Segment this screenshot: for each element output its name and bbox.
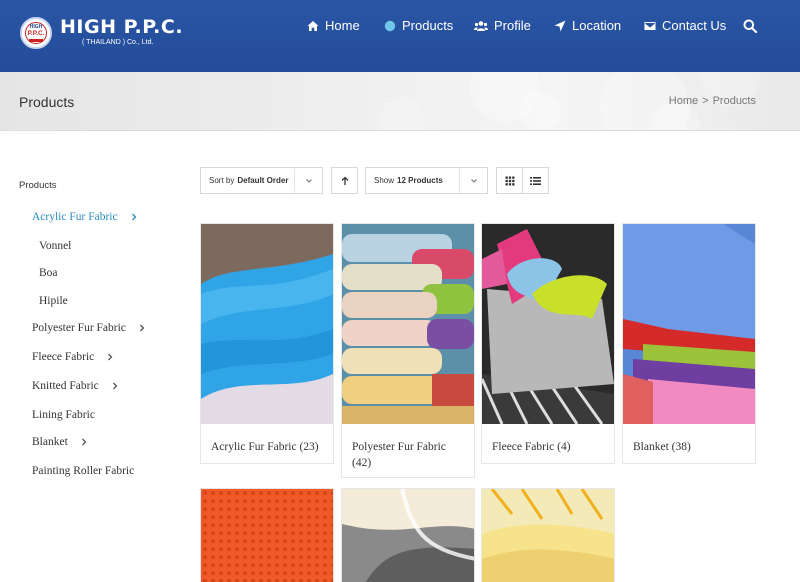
sidebar-item-label: Knitted Fabric [32,380,99,392]
breadcrumb-home[interactable]: Home [669,95,698,107]
nav-contact-label: Contact Us [662,18,727,33]
chevron-right-icon [81,438,87,446]
sidebar-item-painting-roller-fabric[interactable]: Painting Roller Fabric [32,465,134,477]
product-card-fleece-fabric[interactable]: Fleece Fabric (4) [481,223,615,464]
sidebar-item-knitted-fabric[interactable]: Knitted Fabric [32,380,119,392]
sidebar-item-lining-fabric[interactable]: Lining Fabric [32,409,95,421]
nav-home-label: Home [325,18,360,33]
sidebar-item-polyester-fur-fabric[interactable]: Polyester Fur Fabric [32,322,146,334]
product-image [342,224,474,424]
chevron-right-icon [131,213,137,221]
home-icon [307,20,319,31]
product-image [482,489,614,582]
nav-contact[interactable]: Contact Us [644,18,726,33]
location-arrow-icon [554,20,566,31]
show-prefix: Show [374,176,395,185]
site-header: HIGH P.P.C. HIGH P.P.C. ( THAILAND ) Co.… [0,0,800,72]
sidebar-item-fleece-fabric[interactable]: Fleece Fabric [32,351,114,363]
sidebar-item-label: Hipile [39,295,68,307]
nav-location-label: Location [572,18,622,33]
product-image [342,489,474,582]
list-view-button[interactable] [522,167,549,194]
product-card-knitted-fabric[interactable] [200,488,334,582]
product-card-polyester-fur-fabric[interactable]: Polyester Fur Fabric (42) [341,223,475,478]
product-caption[interactable]: Fleece Fabric (4) [482,424,614,455]
product-card-lining-fabric[interactable] [341,488,475,582]
page-title-bar: Products Home > Products [0,72,800,131]
product-image [482,224,614,424]
sidebar-heading: Products [19,180,57,191]
chevron-down-icon [305,178,312,183]
product-caption[interactable]: Polyester Fur Fabric (42) [342,424,474,471]
sort-value: Default Order [237,176,289,185]
grid-view-button[interactable] [496,167,523,194]
product-card-blanket[interactable]: Blanket (38) [622,223,756,464]
grid-icon [505,176,514,185]
logo-subtitle: ( THAILAND ) Co., Ltd. [82,39,154,46]
product-image [201,224,333,424]
product-card-painting-roller-fabric[interactable] [481,488,615,582]
chevron-right-icon [108,353,113,361]
product-caption[interactable]: Blanket (38) [623,424,755,455]
page-title: Products [19,94,75,110]
sidebar-item-label: Blanket [32,436,68,448]
chevron-right-icon [112,382,118,390]
sort-direction-button[interactable] [331,167,358,194]
sidebar-item-label: Painting Roller Fabric [32,465,135,477]
nav-products-label: Products [402,18,454,33]
chevron-right-icon [139,324,145,332]
search-icon[interactable] [743,19,757,33]
product-caption[interactable]: Acrylic Fur Fabric (23) [201,424,333,455]
globe-icon [384,20,396,31]
show-count-select[interactable]: Show 12 Products [365,167,488,194]
chevron-down-icon [470,178,477,183]
sidebar-item-boa[interactable]: Boa [39,267,58,279]
nav-profile[interactable]: Profile [474,18,531,33]
sort-prefix: Sort by [209,176,235,185]
sidebar-item-label: Fleece Fabric [32,351,95,363]
nav-profile-label: Profile [494,18,531,33]
sidebar-item-label: Vonnel [39,240,72,252]
product-image [201,489,333,582]
breadcrumb: Home > Products [669,95,756,107]
breadcrumb-separator: > [702,95,709,107]
nav-products[interactable]: Products [384,18,453,33]
sort-select[interactable]: Sort by Default Order [200,167,323,194]
sidebar-item-label: Polyester Fur Fabric [32,322,126,334]
breadcrumb-current: Products [712,95,756,107]
envelope-icon [644,21,656,30]
product-image [623,224,755,424]
sidebar-item-hipile[interactable]: Hipile [39,295,68,307]
sidebar-item-acrylic-fur-fabric[interactable]: Acrylic Fur Fabric [32,211,138,223]
nav-home[interactable]: Home [307,18,360,33]
sidebar-item-label: Boa [39,267,58,279]
product-card-acrylic-fur-fabric[interactable]: Acrylic Fur Fabric (23) [200,223,334,464]
arrow-up-icon [341,176,348,185]
nav-location[interactable]: Location [554,18,621,33]
sidebar-item-label: Acrylic Fur Fabric [32,211,118,223]
main-nav: Home Products Profile Location Contact U… [0,18,800,36]
sidebar-item-blanket[interactable]: Blanket [32,436,88,448]
sidebar-item-vonnel[interactable]: Vonnel [39,240,71,252]
sidebar-item-label: Lining Fabric [32,409,95,421]
list-icon [530,176,541,185]
users-icon [474,20,488,31]
show-value: 12 Products [397,176,443,185]
